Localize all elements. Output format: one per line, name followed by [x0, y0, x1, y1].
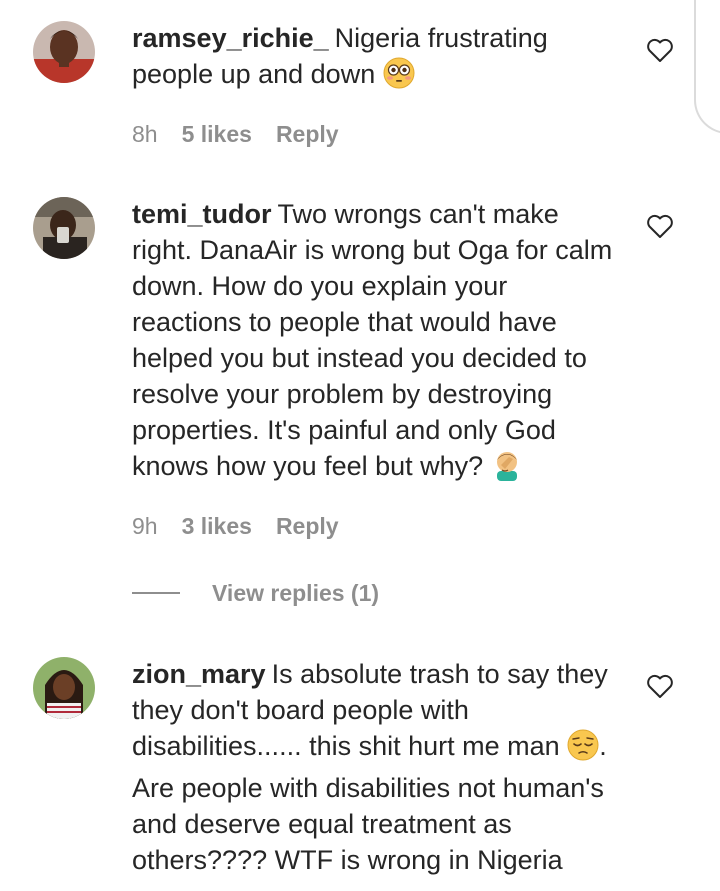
like-heart-icon[interactable] — [646, 37, 674, 63]
pensive-face-icon — [567, 729, 599, 770]
avatar[interactable] — [33, 657, 95, 719]
flushed-face-icon — [383, 57, 415, 98]
like-heart-icon[interactable] — [646, 673, 674, 699]
comment-likes[interactable]: 5 likes — [182, 121, 252, 148]
reply-button[interactable]: Reply — [276, 121, 339, 148]
comment-username[interactable]: ramsey_richie_ — [132, 23, 329, 53]
comment-body: ramsey_richie_ Nigeria frustrating people… — [132, 20, 622, 98]
comment-text: Two wrongs can't make right. DanaAir is … — [132, 199, 613, 481]
like-heart-icon[interactable] — [646, 213, 674, 239]
comment-body: zion_mary Is absolute trash to say they t… — [132, 656, 622, 878]
view-replies-label[interactable]: View replies (1) — [212, 580, 379, 607]
comment-likes[interactable]: 3 likes — [182, 513, 252, 540]
replies-divider — [132, 592, 180, 594]
comment-username[interactable]: zion_mary — [132, 659, 266, 689]
comment-body: temi_tudor Two wrongs can't make right. D… — [132, 196, 622, 490]
comment-meta: 9h 3 likes Reply — [132, 513, 339, 540]
comment-time: 9h — [132, 513, 158, 539]
comment-meta: 8h 5 likes Reply — [132, 121, 339, 148]
man-facepalming-icon — [491, 449, 523, 490]
comment-username[interactable]: temi_tudor — [132, 199, 272, 229]
reply-button[interactable]: Reply — [276, 513, 339, 540]
avatar[interactable] — [33, 21, 95, 83]
view-replies-button[interactable]: View replies (1) — [132, 578, 379, 608]
avatar[interactable] — [33, 197, 95, 259]
side-panel-edge — [694, 0, 720, 134]
comment-time: 8h — [132, 121, 158, 147]
